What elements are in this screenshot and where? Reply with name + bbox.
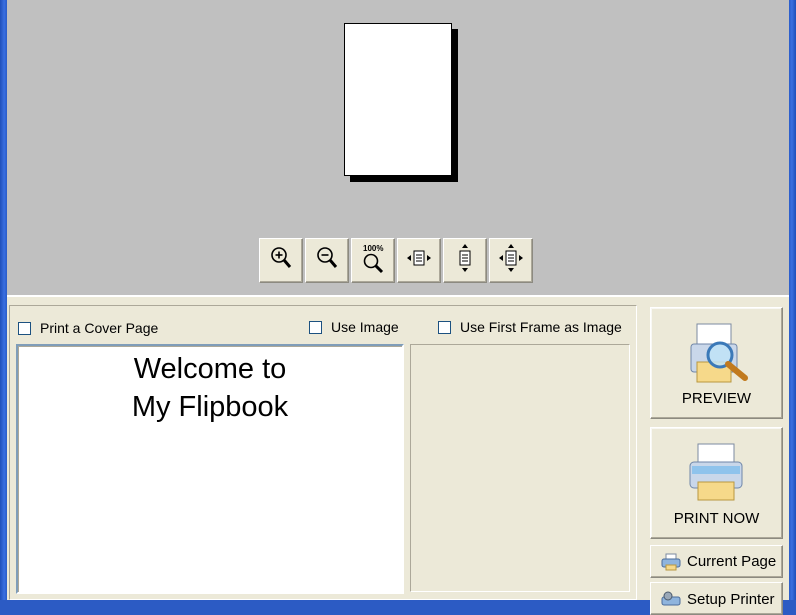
window-frame-left [0,0,7,600]
use-first-frame-checkbox[interactable] [438,320,451,334]
cover-image-box[interactable] [410,344,630,592]
print-now-label: PRINT NOW [673,510,760,527]
small-printer-icon [661,553,681,570]
printer-setup-icon [661,591,681,606]
zoom-in-icon [268,244,294,277]
use-image-checkbox-row[interactable]: Use Image [309,319,399,335]
print-cover-checkbox[interactable] [18,321,31,335]
preview-printer-icon [689,322,751,389]
print-now-button[interactable]: PRINT NOW [650,427,783,539]
printer-icon [687,442,747,509]
zoom-out-icon [314,244,340,277]
window-frame-right [789,0,796,600]
fit-height-button[interactable] [443,238,487,283]
current-page-button[interactable]: Current Page [650,545,783,578]
cover-text-input[interactable]: Welcome to My Flipbook [16,344,404,594]
zoom-100-button[interactable]: 100% [351,238,395,283]
fit-width-button[interactable] [397,238,441,283]
fit-page-button[interactable] [489,238,533,283]
use-first-frame-label: Use First Frame as Image [460,319,622,335]
use-first-frame-checkbox-row[interactable]: Use First Frame as Image [438,319,622,335]
use-image-checkbox[interactable] [309,320,322,334]
setup-printer-button[interactable]: Setup Printer [650,582,783,615]
print-cover-label: Print a Cover Page [40,320,159,336]
zoom-out-button[interactable] [305,238,349,283]
print-cover-checkbox-row[interactable]: Print a Cover Page [18,320,158,336]
fit-height-icon [452,244,478,277]
preview-label: PREVIEW [681,390,752,407]
zoom-100-icon: 100% [360,244,386,275]
preview-page[interactable] [344,23,452,176]
cover-text: Welcome to My Flipbook [131,353,289,423]
fit-page-icon [498,244,524,277]
preview-button[interactable]: PREVIEW [650,307,783,419]
fit-width-icon [406,244,432,277]
zoom-in-button[interactable] [259,238,303,283]
current-page-label: Current Page [687,553,777,570]
use-image-label: Use Image [331,319,399,335]
